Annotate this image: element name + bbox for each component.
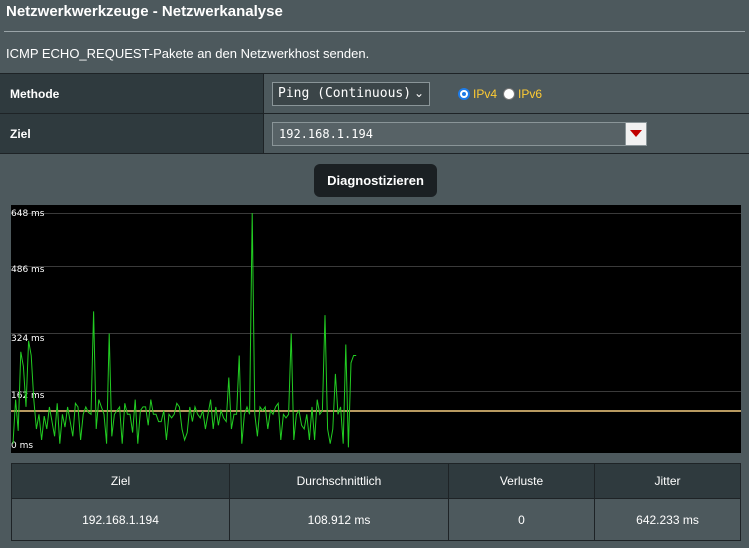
settings-form: Methode Ping (Continuous) ⌄ IPv4 IPv6 Zi… [0,73,749,154]
method-selected-value: Ping (Continuous) [278,86,412,101]
table-row: 192.168.1.194 108.912 ms 0 642.233 ms [11,498,741,541]
stats-header-cell: Ziel [11,463,230,499]
dropdown-arrow-icon [630,130,642,137]
stats-header-row: Ziel Durchschnittlich Verluste Jitter [11,463,741,499]
target-input-value: 192.168.1.194 [279,126,373,141]
chevron-down-icon: ⌄ [413,85,424,100]
radio-unchecked-icon [503,87,516,100]
title-divider [4,31,745,32]
stats-header-cell: Verluste [448,463,595,499]
stats-cell: 642.233 ms [594,498,741,541]
ipv6-radio[interactable]: IPv6 [503,87,542,101]
chart-canvas [11,212,741,448]
ipv4-radio[interactable]: IPv4 [458,87,497,101]
target-row: Ziel 192.168.1.194 [0,114,749,154]
ping-chart: 648 ms 486 ms 324 ms 162 ms 0 ms [11,205,741,453]
stats-header-cell: Durchschnittlich [229,463,449,499]
ping-series-line [12,212,357,448]
stats-table: Ziel Durchschnittlich Verluste Jitter 19… [11,463,741,541]
stats-cell: 192.168.1.194 [11,498,230,541]
method-value-cell: Ping (Continuous) ⌄ IPv4 IPv6 [264,74,749,113]
page-title: Netzwerkwerkzeuge - Netzwerkanalyse [6,3,283,20]
diagnose-button[interactable]: Diagnostizieren [314,164,437,197]
ipv4-label: IPv4 [473,86,498,101]
method-select[interactable]: Ping (Continuous) ⌄ [272,81,430,106]
target-value-cell: 192.168.1.194 [264,114,749,153]
stats-cell: 0 [448,498,595,541]
target-label: Ziel [0,114,264,153]
stats-header-cell: Jitter [594,463,741,499]
radio-checked-icon [458,87,470,100]
method-row: Methode Ping (Continuous) ⌄ IPv4 IPv6 [0,74,749,114]
page-description: ICMP ECHO_REQUEST-Pakete an den Netzwerk… [6,46,370,61]
target-dropdown-button[interactable] [625,121,647,146]
stats-cell: 108.912 ms [229,498,449,541]
method-label: Methode [0,74,264,113]
ipv6-label: IPv6 [518,86,543,101]
target-input[interactable]: 192.168.1.194 [272,121,647,146]
